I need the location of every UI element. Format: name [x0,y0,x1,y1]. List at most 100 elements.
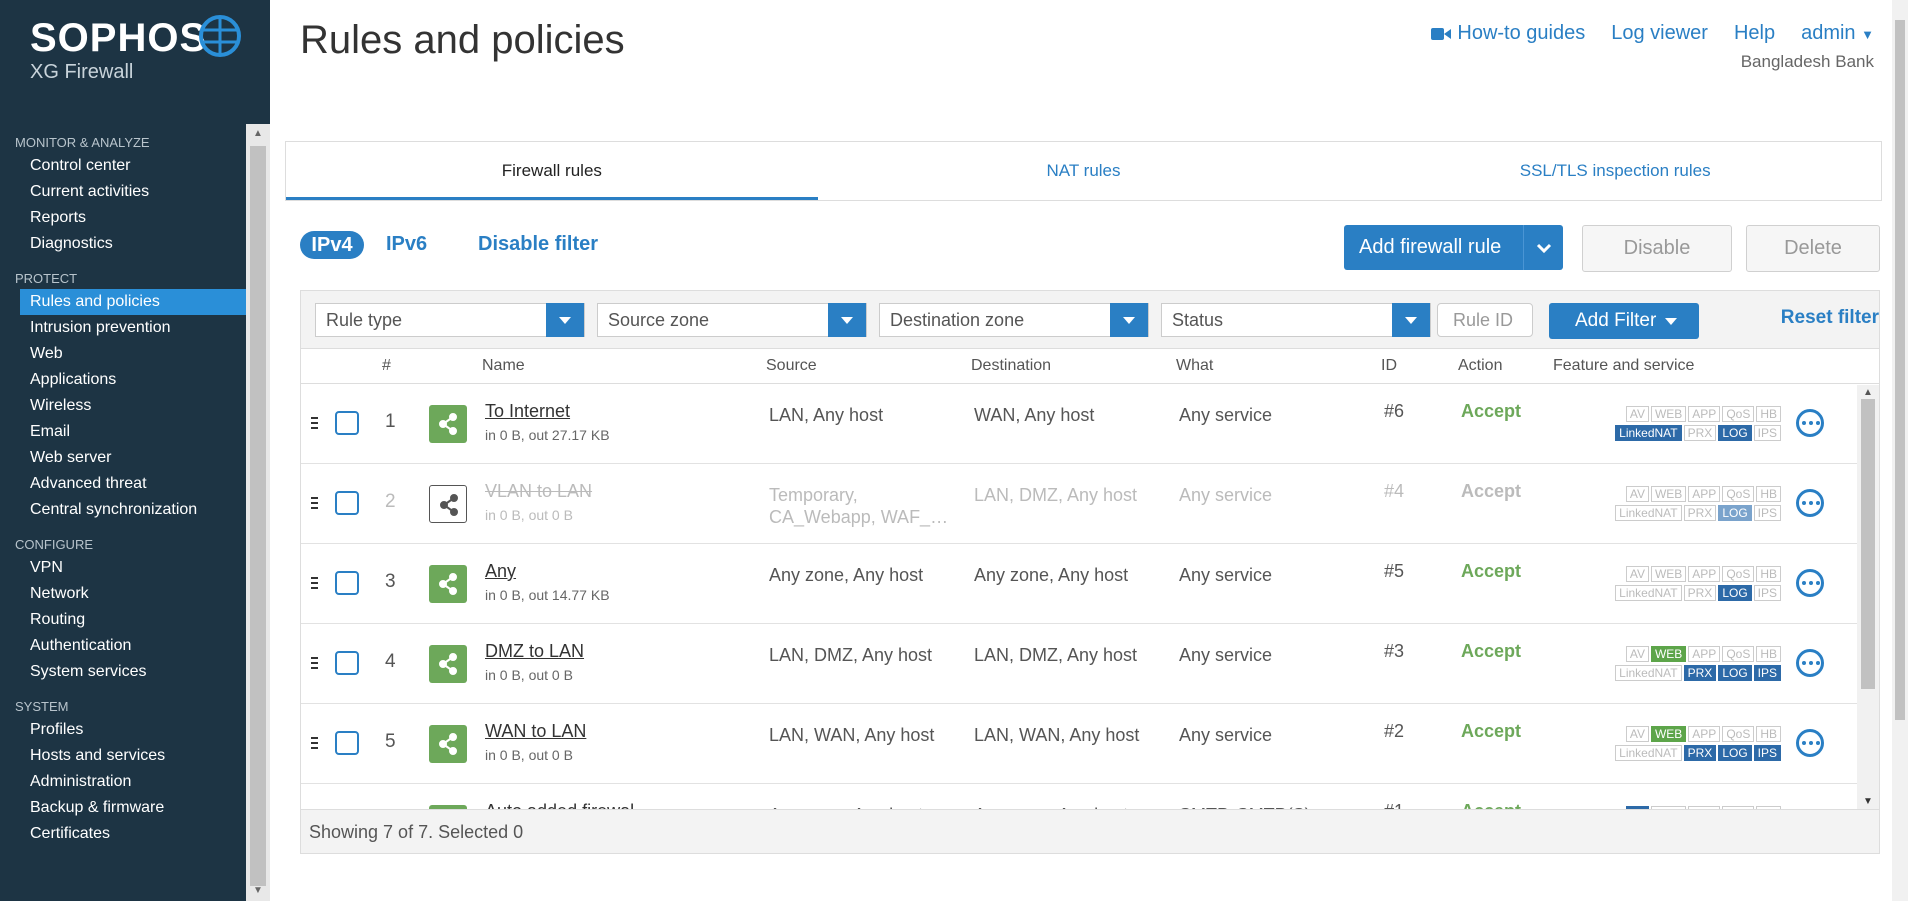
drag-handle-icon[interactable] [311,497,318,509]
destination-zone-filter[interactable]: Destination zone [879,303,1149,337]
add-rule-dropdown[interactable] [1523,225,1563,270]
tab-nat-rules[interactable]: NAT rules [818,142,1350,200]
add-filter-button[interactable]: Add Filter [1549,303,1699,339]
disable-button[interactable]: Disable [1582,225,1732,272]
tab-ssl-tls-rules[interactable]: SSL/TLS inspection rules [1349,142,1881,200]
rule-source: LAN, WAN, Any host [769,725,935,745]
table-row[interactable]: 3 Any in 0 B, out 14.77 KB Any zone, Any ho… [301,545,1857,624]
scroll-down-icon[interactable]: ▼ [1863,796,1873,807]
user-menu[interactable]: admin ▼ [1801,22,1874,45]
table-row[interactable]: 6Auto added firewalAny zone, Any hostAny… [301,785,1857,809]
col-num[interactable]: # [382,357,391,375]
table-row[interactable]: 5 WAN to LAN in 0 B, out 0 B LAN, WAN, Any … [301,705,1857,784]
ipv6-toggle[interactable]: IPv6 [386,233,427,256]
sidebar-item-email[interactable]: Email [0,419,246,445]
rule-name-link[interactable]: Auto added firewal [485,801,634,809]
more-options-icon[interactable] [1796,649,1824,677]
dropdown-arrow-icon[interactable] [828,303,866,337]
log-viewer-link[interactable]: Log viewer [1611,22,1708,45]
table-row[interactable]: 1 To Internet in 0 B, out 27.17 KB LAN, Any… [301,385,1857,464]
drag-handle-icon[interactable] [311,417,318,429]
table-scroll-thumb[interactable] [1861,399,1875,689]
row-checkbox[interactable] [335,571,359,595]
sidebar-scroll-thumb[interactable] [250,146,266,886]
sidebar-item-rules-and-policies[interactable]: Rules and policies [20,289,246,315]
col-what[interactable]: What [1176,357,1213,375]
page-scrollbar[interactable] [1892,0,1908,901]
dropdown-arrow-icon[interactable] [1110,303,1148,337]
col-action[interactable]: Action [1458,357,1502,375]
scroll-up-icon[interactable]: ▲ [246,128,270,144]
tab-firewall-rules[interactable]: Firewall rules [286,142,818,200]
sidebar-item-vpn[interactable]: VPN [0,555,246,581]
sidebar-item-administration[interactable]: Administration [0,769,246,795]
ipv4-toggle[interactable]: IPv4 [300,231,364,259]
rule-action: Accept [1461,561,1522,581]
col-id[interactable]: ID [1381,357,1397,375]
sidebar-item-control-center[interactable]: Control center [0,153,246,179]
sidebar-scrollbar[interactable]: ▲ ▼ [246,124,270,901]
page-scroll-thumb[interactable] [1895,20,1905,720]
table-row[interactable]: 2 VLAN to LAN in 0 B, out 0 B Temporary, CA_… [301,465,1857,544]
sidebar-item-applications[interactable]: Applications [0,367,246,393]
sidebar-item-profiles[interactable]: Profiles [0,717,246,743]
top-links: How-to guides Log viewer Help admin ▼ [1431,22,1874,45]
source-zone-filter[interactable]: Source zone [597,303,867,337]
sidebar-item-web-server[interactable]: Web server [0,445,246,471]
col-destination[interactable]: Destination [971,357,1051,375]
dropdown-arrow-icon[interactable] [546,303,584,337]
more-options-icon[interactable] [1796,409,1824,437]
sidebar-item-authentication[interactable]: Authentication [0,633,246,659]
row-checkbox[interactable] [335,411,359,435]
sidebar-item-current-activities[interactable]: Current activities [0,179,246,205]
scroll-up-icon[interactable]: ▲ [1863,387,1873,398]
feature-badge-app: APP [1688,646,1721,662]
dropdown-arrow-icon[interactable] [1392,303,1430,337]
row-checkbox[interactable] [335,651,359,675]
scroll-down-icon[interactable]: ▼ [246,885,270,901]
rule-name-link[interactable]: WAN to LAN [485,721,586,742]
col-name[interactable]: Name [482,357,525,375]
rule-name-link[interactable]: VLAN to LAN [485,481,592,502]
row-checkbox[interactable] [335,731,359,755]
help-link[interactable]: Help [1734,22,1775,45]
table-scrollbar[interactable]: ▲ ▼ [1857,385,1879,809]
sidebar-item-backup-firmware[interactable]: Backup & firmware [0,795,246,821]
reset-filter-link[interactable]: Reset filter [1781,307,1879,329]
rule-tabs: Firewall rules NAT rules SSL/TLS inspect… [285,141,1882,201]
add-firewall-rule-button[interactable]: Add firewall rule [1344,225,1563,270]
col-feature-service[interactable]: Feature and service [1553,357,1694,375]
sidebar-item-wireless[interactable]: Wireless [0,393,246,419]
sidebar-item-diagnostics[interactable]: Diagnostics [0,231,246,257]
sidebar-item-advanced-threat[interactable]: Advanced threat [0,471,246,497]
sidebar-item-intrusion-prevention[interactable]: Intrusion prevention [0,315,246,341]
status-filter[interactable]: Status [1161,303,1431,337]
table-row[interactable]: 4 DMZ to LAN in 0 B, out 0 B LAN, DMZ, Any … [301,625,1857,704]
more-options-icon[interactable] [1796,729,1824,757]
sidebar-item-reports[interactable]: Reports [0,205,246,231]
sidebar-item-web[interactable]: Web [0,341,246,367]
feature-badges: AVWEBAPPQoSHB LinkedNATPRXLOGIPS [1581,566,1781,606]
rule-id-input[interactable]: Rule ID [1437,303,1533,337]
more-options-icon[interactable] [1796,489,1824,517]
sidebar-item-routing[interactable]: Routing [0,607,246,633]
rule-name-link[interactable]: Any [485,561,516,582]
col-source[interactable]: Source [766,357,817,375]
row-checkbox[interactable] [335,491,359,515]
more-options-icon[interactable] [1796,569,1824,597]
rule-type-filter[interactable]: Rule type [315,303,585,337]
sidebar-item-network[interactable]: Network [0,581,246,607]
drag-handle-icon[interactable] [311,737,318,749]
rule-name-link[interactable]: To Internet [485,401,570,422]
disable-filter-link[interactable]: Disable filter [478,233,598,256]
drag-handle-icon[interactable] [311,657,318,669]
sidebar-item-system-services[interactable]: System services [0,659,246,685]
delete-button[interactable]: Delete [1746,225,1880,272]
howto-link[interactable]: How-to guides [1431,22,1585,45]
rule-name-link[interactable]: DMZ to LAN [485,641,584,662]
drag-handle-icon[interactable] [311,577,318,589]
share-rule-icon [429,485,467,523]
sidebar-item-central-synchronization[interactable]: Central synchronization [0,497,246,523]
sidebar-item-certificates[interactable]: Certificates [0,821,246,847]
sidebar-item-hosts-and-services[interactable]: Hosts and services [0,743,246,769]
